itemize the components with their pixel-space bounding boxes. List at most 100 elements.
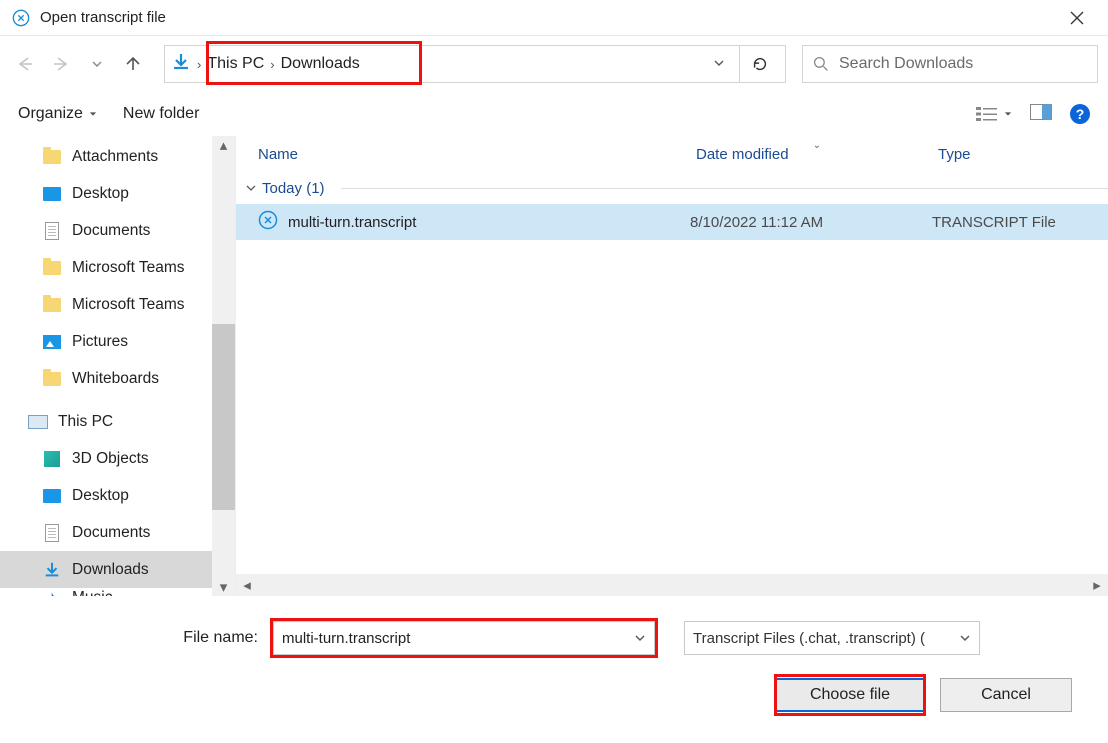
preview-pane-button[interactable] [1030,104,1052,124]
file-type: TRANSCRIPT File [932,214,1108,231]
chevron-right-icon: › [197,57,201,72]
arrow-right-icon [51,54,71,74]
refresh-icon [751,55,769,73]
chevron-down-icon [713,57,725,69]
tree-item[interactable]: This PC [0,403,212,440]
tree-item[interactable]: Microsoft Teams [0,249,212,286]
folder-icon [42,150,62,164]
chevron-down-icon [92,59,102,69]
tree-item-label: Microsoft Teams [72,296,185,314]
details-view-icon [976,106,998,122]
desktop-icon [42,187,62,201]
view-menu[interactable] [976,106,1012,122]
column-name[interactable]: Name [258,146,696,163]
tree-item[interactable]: Desktop [0,175,212,212]
file-row[interactable]: multi-turn.transcript 8/10/2022 11:12 AM… [236,204,1108,240]
organize-menu[interactable]: Organize [18,105,97,123]
file-type-filter-label: Transcript Files (.chat, .transcript) ( [693,630,925,647]
back-button[interactable] [10,49,40,79]
chevron-down-icon [634,632,646,644]
tree-item[interactable]: Attachments [0,138,212,175]
folder-icon [42,261,62,275]
scroll-left-icon[interactable]: ◂ [236,574,258,596]
file-name-value: multi-turn.transcript [282,630,410,647]
app-icon [12,9,30,27]
column-headers: Name ⌄ Date modified Type [236,136,1108,172]
tree-item[interactable]: Whiteboards [0,360,212,397]
download-icon [42,561,62,579]
forward-button[interactable] [46,49,76,79]
tree-item-label: Desktop [72,185,129,203]
address-bar[interactable]: › This PC › Downloads [164,45,786,83]
doc-icon [42,524,62,542]
breadcrumb-this-pc[interactable]: This PC [207,55,264,73]
arrow-up-icon [123,54,143,74]
music-icon: ♪ [42,590,62,596]
pc-icon [28,415,48,429]
folder-icon [42,372,62,386]
recent-dropdown[interactable] [82,49,112,79]
tree-item-label: Music [72,589,112,596]
tree-item-label: Whiteboards [72,370,159,388]
tree-item[interactable]: Microsoft Teams [0,286,212,323]
scroll-down-icon[interactable]: ▾ [212,578,235,596]
search-box[interactable]: Search Downloads [802,45,1098,83]
close-icon [1070,11,1084,25]
up-button[interactable] [118,49,148,79]
title-bar: Open transcript file [0,0,1108,36]
file-name-input[interactable]: multi-turn.transcript [273,621,655,655]
column-date[interactable]: ⌄ Date modified [696,146,938,163]
doc-icon [42,222,62,240]
tree-item-label: Documents [72,524,150,542]
tree-item[interactable]: Desktop [0,477,212,514]
address-dropdown[interactable] [705,56,733,73]
file-date: 8/10/2022 11:12 AM [690,214,932,231]
search-placeholder: Search Downloads [839,55,973,73]
scroll-right-icon[interactable]: ▸ [1086,574,1108,596]
file-name-label: File name: [0,629,262,647]
preview-pane-icon [1030,104,1052,120]
help-button[interactable]: ? [1070,104,1090,124]
tree-item-label: 3D Objects [72,450,149,468]
download-folder-icon [171,52,191,76]
toolbar: Organize New folder ? [0,92,1108,136]
cube-icon [42,451,62,467]
group-header[interactable]: Today (1) [236,172,1108,204]
tree-item[interactable]: Pictures [0,323,212,360]
scrollbar-thumb[interactable] [212,324,235,510]
chevron-down-icon [246,183,256,193]
nav-tree[interactable]: Attachments Desktop Documents Microsoft Tea… [0,136,212,596]
sort-indicator-icon: ⌄ [813,140,821,151]
tree-item[interactable]: ♪ Music [0,588,212,596]
tree-item[interactable]: Documents [0,212,212,249]
new-folder-button[interactable]: New folder [123,105,199,123]
folder-icon [42,298,62,312]
arrow-left-icon [15,54,35,74]
horizontal-scrollbar[interactable]: ◂ ▸ [236,574,1108,596]
file-type-filter[interactable]: Transcript Files (.chat, .transcript) ( [684,621,980,655]
divider [341,188,1108,189]
pictures-icon [42,335,62,349]
tree-item[interactable]: Documents [0,514,212,551]
tree-item[interactable]: Downloads [0,551,212,588]
tree-item[interactable]: 3D Objects [0,440,212,477]
choose-file-button[interactable]: Choose file [774,678,926,712]
column-type[interactable]: Type [938,146,1108,163]
scroll-up-icon[interactable]: ▴ [212,136,235,154]
caret-down-icon [89,110,97,118]
organize-label: Organize [18,105,83,123]
tree-item-label: Microsoft Teams [72,259,185,277]
cancel-button[interactable]: Cancel [940,678,1072,712]
close-button[interactable] [1054,3,1100,33]
window-title: Open transcript file [40,9,166,26]
caret-down-icon [1004,110,1012,118]
tree-item-label: Downloads [72,561,149,579]
breadcrumb-downloads[interactable]: Downloads [281,55,360,73]
desktop-icon [42,489,62,503]
chevron-down-icon [959,632,971,644]
tree-scrollbar[interactable]: ▴ ▾ [212,136,235,596]
refresh-button[interactable] [739,46,779,82]
tree-item-label: Desktop [72,487,129,505]
group-label: Today (1) [262,180,325,197]
transcript-file-icon [258,210,278,234]
